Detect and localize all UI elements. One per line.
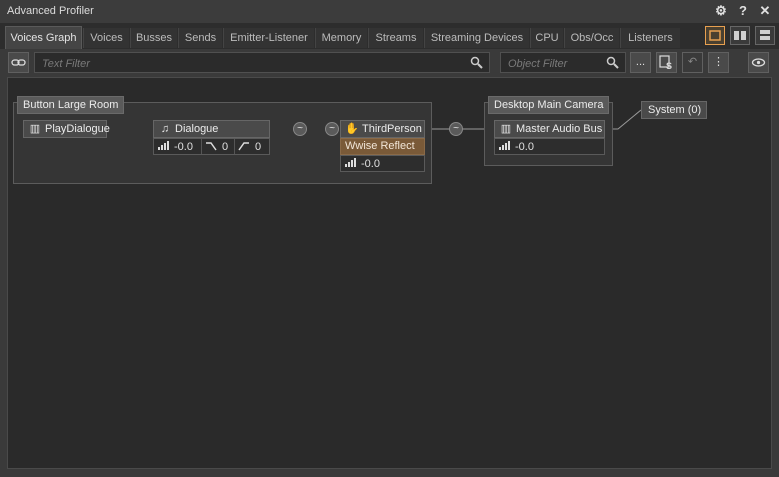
master-bus-properties-row: -0.0 bbox=[494, 138, 605, 155]
tab-voices[interactable]: Voices bbox=[83, 28, 129, 48]
more-options-button[interactable]: ... bbox=[630, 52, 651, 73]
split-horizontal-layout-button[interactable] bbox=[755, 26, 775, 45]
svg-text:S: S bbox=[666, 61, 672, 71]
filter-bar: ... S ↶ ⋮ bbox=[0, 49, 779, 77]
node-label: Master Audio Bus bbox=[516, 123, 603, 135]
listener-label: Desktop Main Camera bbox=[488, 96, 610, 114]
event-node-play-dialogue[interactable]: ▥ PlayDialogue bbox=[23, 120, 110, 138]
highpass-value: 0 bbox=[255, 141, 262, 153]
tab-listeners[interactable]: Listeners bbox=[620, 28, 680, 48]
volume-cell: -0.0 bbox=[154, 139, 202, 154]
object-filter-field[interactable] bbox=[500, 52, 626, 73]
text-filter-input[interactable] bbox=[40, 55, 408, 72]
split-vertical-layout-button[interactable] bbox=[730, 26, 750, 45]
bus-icon: ▥ bbox=[500, 123, 512, 135]
window-title: Advanced Profiler bbox=[7, 5, 94, 17]
help-icon[interactable]: ? bbox=[735, 3, 751, 19]
text-filter-field[interactable] bbox=[34, 52, 490, 73]
search-icon bbox=[606, 56, 619, 69]
node-label: Dialogue bbox=[175, 123, 219, 135]
link-icon[interactable] bbox=[8, 52, 29, 73]
game-object-label: Button Large Room bbox=[17, 96, 125, 114]
volume-value: -0.0 bbox=[515, 141, 534, 153]
lowpass-cell: 0 bbox=[202, 139, 235, 154]
connection-knob-icon[interactable]: ~ bbox=[325, 122, 339, 136]
third-person-properties-row: -0.0 bbox=[340, 155, 425, 172]
volume-value: -0.0 bbox=[361, 158, 380, 170]
volume-icon bbox=[157, 139, 169, 156]
aux-bus-hand-icon: ✋ bbox=[345, 123, 359, 135]
tab-cpu[interactable]: CPU bbox=[530, 28, 563, 48]
node-label: PlayDialogue bbox=[45, 123, 110, 135]
undo-icon[interactable]: ↶ bbox=[682, 52, 703, 73]
voices-graph-canvas[interactable]: Button Large Room Desktop Main Camera ▥ … bbox=[7, 77, 772, 469]
tab-streaming-devices[interactable]: Streaming Devices bbox=[424, 28, 529, 48]
search-icon bbox=[470, 56, 483, 69]
aux-bus-node-third-person[interactable]: ✋ ThirdPerson bbox=[340, 120, 425, 138]
device-node-system[interactable]: System (0) bbox=[641, 101, 707, 119]
tab-sends[interactable]: Sends bbox=[178, 28, 222, 48]
tab-voices-graph[interactable]: Voices Graph bbox=[5, 26, 82, 49]
effect-wwise-reflect[interactable]: Wwise Reflect bbox=[340, 138, 425, 155]
volume-value: -0.0 bbox=[174, 141, 193, 153]
event-icon: ▥ bbox=[29, 123, 41, 135]
highpass-cell: 0 bbox=[235, 139, 269, 154]
options-menu-icon[interactable]: ⋮ bbox=[708, 52, 729, 73]
object-selector-icon[interactable]: S bbox=[656, 52, 677, 73]
visibility-eye-icon[interactable] bbox=[748, 52, 769, 73]
highpass-filter-icon bbox=[238, 139, 250, 156]
node-label: System (0) bbox=[648, 104, 702, 116]
connection-knob-icon[interactable]: ~ bbox=[293, 122, 307, 136]
tab-streams[interactable]: Streams bbox=[368, 28, 423, 48]
tab-bar: Voices Graph Voices Busses Sends Emitter… bbox=[0, 23, 779, 49]
single-view-layout-button[interactable] bbox=[705, 26, 725, 45]
dialogue-properties-row: -0.0 0 0 bbox=[153, 138, 270, 155]
tab-busses[interactable]: Busses bbox=[130, 28, 177, 48]
lowpass-filter-icon bbox=[205, 139, 217, 156]
bus-node-master-audio-bus[interactable]: ▥ Master Audio Bus bbox=[494, 120, 605, 138]
node-label: ThirdPerson bbox=[362, 123, 422, 135]
object-filter-input[interactable] bbox=[506, 55, 610, 72]
tab-memory[interactable]: Memory bbox=[315, 28, 367, 48]
tab-emitter-listener[interactable]: Emitter-Listener bbox=[223, 28, 314, 48]
effect-label: Wwise Reflect bbox=[345, 140, 415, 152]
sound-node-dialogue[interactable]: ♫ Dialogue bbox=[153, 120, 270, 138]
gear-icon[interactable]: ⚙ bbox=[713, 3, 729, 19]
close-icon[interactable]: ✕ bbox=[757, 3, 773, 19]
volume-cell: -0.0 bbox=[341, 156, 426, 171]
sound-voice-icon: ♫ bbox=[160, 123, 170, 135]
connection-knob-icon[interactable]: ~ bbox=[449, 122, 463, 136]
lowpass-value: 0 bbox=[222, 141, 229, 153]
volume-icon bbox=[498, 139, 510, 156]
volume-cell: -0.0 bbox=[495, 139, 604, 154]
tab-obs-occ[interactable]: Obs/Occ bbox=[564, 28, 619, 48]
title-bar: Advanced Profiler ⚙ ? ✕ bbox=[0, 0, 779, 23]
volume-icon bbox=[344, 156, 356, 173]
